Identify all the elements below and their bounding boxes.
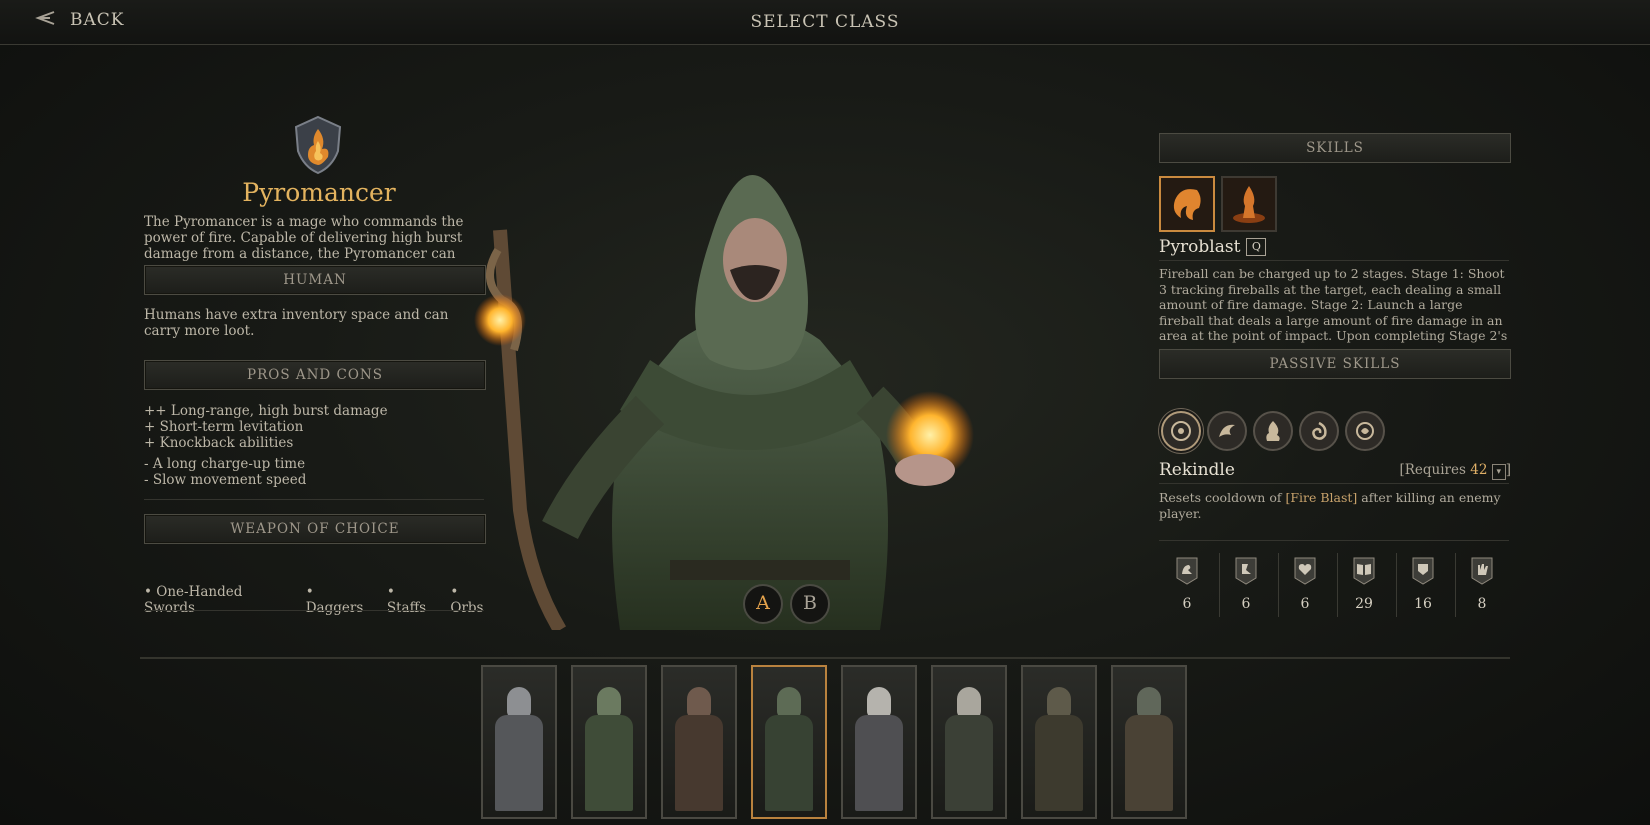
race-text: Humans have extra inventory space and ca… xyxy=(144,307,449,339)
divider xyxy=(1159,483,1509,484)
stat-value: 29 xyxy=(1355,596,1373,612)
divider xyxy=(144,499,484,500)
pro-item: + Short-term levitation xyxy=(144,419,304,435)
stat-value: 6 xyxy=(1241,596,1251,612)
weapon-item: • One-Handed Swords xyxy=(144,584,243,616)
passive-description: Resets cooldown of [Fire Blast] after ki… xyxy=(1159,490,1509,521)
vigor-icon xyxy=(1293,556,1317,586)
stat-knowledge: 29 xyxy=(1336,556,1392,612)
requirement-prefix: [Requires xyxy=(1399,462,1466,478)
card-portrait-body xyxy=(585,715,633,811)
card-portrait-body xyxy=(945,715,993,811)
requirement-value: 42 xyxy=(1470,462,1488,478)
will-icon: ▾ xyxy=(1491,464,1506,480)
passive-skills-heading: PASSIVE SKILLS xyxy=(1159,349,1511,379)
flame-passive-icon[interactable] xyxy=(1253,411,1293,451)
passive-name: Rekindle xyxy=(1159,460,1235,480)
stat-value: 6 xyxy=(1300,596,1310,612)
stat-value: 6 xyxy=(1182,596,1192,612)
fighter-card[interactable] xyxy=(481,665,557,819)
loadout-a-button[interactable]: A xyxy=(743,584,783,624)
skill-description: Fireball can be charged up to 2 stages. … xyxy=(1159,266,1508,344)
spiral-flame-passive-icon[interactable] xyxy=(1299,411,1339,451)
divider xyxy=(1159,540,1509,541)
ranger-card[interactable] xyxy=(571,665,647,819)
fire-pillar-skill-icon[interactable] xyxy=(1221,176,1277,232)
con-item: - Slow movement speed xyxy=(144,472,307,488)
loadout-b-button[interactable]: B xyxy=(790,584,830,624)
weapon-heading: WEAPON OF CHOICE xyxy=(144,514,486,544)
stat-strength: 6 xyxy=(1159,556,1215,612)
class-description: The Pyromancer is a mage who commands th… xyxy=(144,214,464,262)
pros-list: ++ Long-range, high burst damage + Short… xyxy=(144,403,484,451)
stat-vigor: 6 xyxy=(1277,556,1333,612)
barbarian-card[interactable] xyxy=(1021,665,1097,819)
divider xyxy=(1159,260,1509,261)
dexterity-icon xyxy=(1470,556,1494,586)
stat-agility: 6 xyxy=(1218,556,1274,612)
card-portrait-body xyxy=(855,715,903,811)
race-heading: HUMAN xyxy=(144,265,486,295)
skill-name: Pyroblast Q xyxy=(1159,237,1267,257)
wizard-card[interactable] xyxy=(931,665,1007,819)
page-title: SELECT CLASS xyxy=(750,12,900,32)
stat-dexterity: 8 xyxy=(1454,556,1510,612)
skills-heading: SKILLS xyxy=(1159,133,1511,163)
fire-crest-icon xyxy=(292,115,344,179)
skill-keybind: Q xyxy=(1246,238,1267,256)
cons-list: - A long charge-up time - Slow movement … xyxy=(144,456,484,488)
card-portrait-body xyxy=(675,715,723,811)
fire-wisp-passive-icon[interactable] xyxy=(1207,411,1247,451)
card-portrait-body xyxy=(1125,715,1173,811)
rekindle-passive-icon[interactable] xyxy=(1161,411,1201,451)
bard-card[interactable] xyxy=(1111,665,1187,819)
card-portrait-body xyxy=(765,715,813,811)
stat-value: 8 xyxy=(1477,596,1487,612)
skill-name-text: Pyroblast xyxy=(1159,237,1241,257)
strength-icon xyxy=(1175,556,1199,586)
cleric-card[interactable] xyxy=(841,665,917,819)
weapon-item: • Daggers xyxy=(305,584,364,616)
pros-cons-heading: PROS AND CONS xyxy=(144,360,486,390)
rogue-card[interactable] xyxy=(661,665,737,819)
character-model xyxy=(440,110,1060,634)
pro-item: ++ Long-range, high burst damage xyxy=(144,403,388,419)
rose-passive-icon[interactable] xyxy=(1345,411,1385,451)
top-bar: BACK SELECT CLASS xyxy=(0,0,1650,45)
passive-desc-text: Resets cooldown of xyxy=(1159,490,1286,505)
pro-item: + Knockback abilities xyxy=(144,435,294,451)
stat-value: 16 xyxy=(1414,596,1432,612)
divider xyxy=(144,610,484,611)
requirement-suffix: ] xyxy=(1505,462,1511,478)
agility-icon xyxy=(1234,556,1258,586)
passive-desc-highlight: [Fire Blast] xyxy=(1285,490,1358,505)
knowledge-icon xyxy=(1352,556,1376,586)
fireball-skill-icon[interactable] xyxy=(1159,176,1215,232)
passive-requirement: [Requires 42 ▾] xyxy=(1399,462,1511,480)
class-selection-strip xyxy=(481,665,1187,819)
will-icon xyxy=(1411,556,1435,586)
pyromancer-card[interactable] xyxy=(751,665,827,819)
class-strip-divider xyxy=(140,657,1510,659)
card-portrait-body xyxy=(1035,715,1083,811)
weapon-item: • Staffs xyxy=(386,584,427,616)
card-portrait-body xyxy=(495,715,543,811)
stat-will: 16 xyxy=(1395,556,1451,612)
con-item: - A long charge-up time xyxy=(144,456,306,472)
